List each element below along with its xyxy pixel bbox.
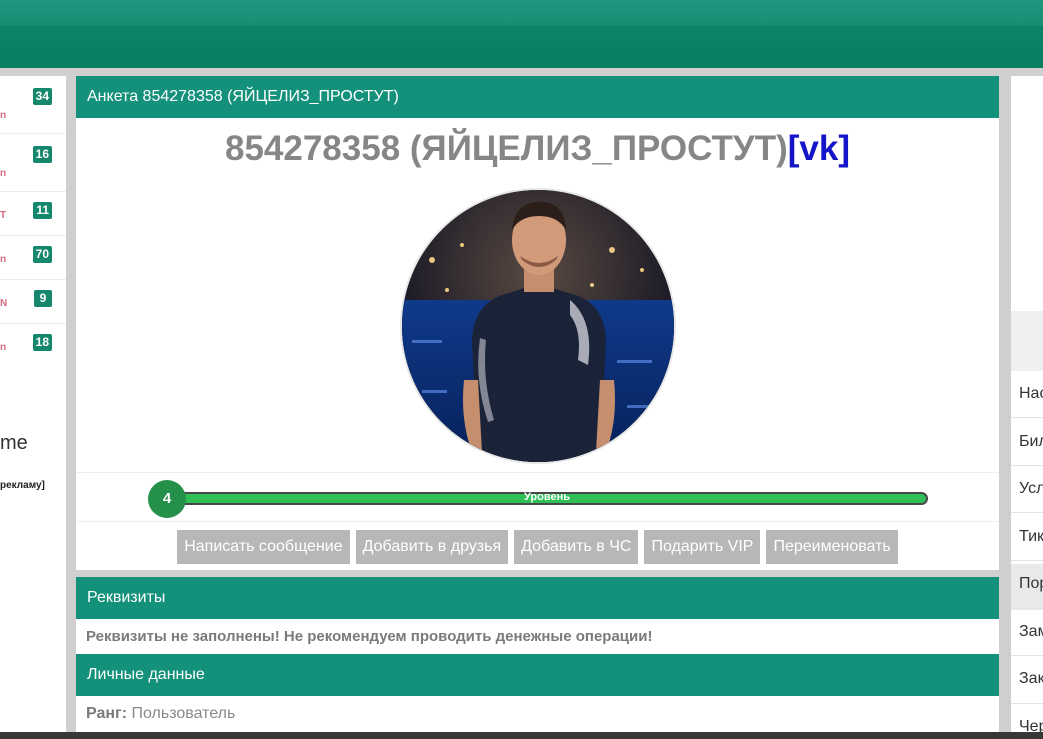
left-sidebar: n 34 n 16 T 11 n 70 N 9 n 18 me рекламу] bbox=[0, 76, 66, 732]
right-menu-item[interactable]: Усл bbox=[1019, 480, 1043, 498]
profile-name-heading: 854278358 (ЯЙЦЕЛИЗ_ПРОСТУТ)[vk] bbox=[76, 127, 999, 171]
personal-data-title: Личные данные bbox=[76, 654, 999, 696]
right-menu-item[interactable]: Нас bbox=[1019, 385, 1043, 403]
count-badge: 16 bbox=[32, 146, 52, 163]
right-menu-item[interactable]: Тик bbox=[1019, 528, 1043, 546]
left-item-label: n bbox=[0, 168, 7, 179]
rename-button[interactable]: Переименовать bbox=[766, 530, 898, 564]
right-sidebar-header bbox=[1011, 311, 1043, 371]
avatar bbox=[400, 188, 676, 464]
right-menu-item[interactable]: Зам bbox=[1019, 623, 1043, 641]
vk-link[interactable]: [vk] bbox=[788, 129, 850, 168]
count-badge: 34 bbox=[32, 88, 52, 105]
advertise-link[interactable]: рекламу] bbox=[0, 480, 45, 491]
left-heading-fragment: me bbox=[0, 432, 28, 454]
left-item-label: n bbox=[0, 110, 7, 121]
right-sidebar: Нас Бил Усл Тик Пор Зам Зак Чер bbox=[1011, 76, 1043, 732]
gift-vip-button[interactable]: Подарить VIP bbox=[644, 530, 761, 564]
divider bbox=[1011, 465, 1043, 466]
divider bbox=[1011, 512, 1043, 513]
rank-row: Ранг: Пользователь bbox=[76, 696, 999, 732]
left-list-item[interactable]: n 70 bbox=[0, 236, 66, 280]
level-label: Уровень bbox=[523, 491, 570, 503]
rank-value: Пользователь bbox=[131, 705, 236, 722]
right-menu-item[interactable]: Бил bbox=[1019, 433, 1043, 451]
left-list-item[interactable]: n 34 bbox=[0, 76, 66, 134]
profile-panel-title: Анкета 854278358 (ЯЙЦЕЛИЗ_ПРОСТУТ) bbox=[76, 76, 999, 118]
requisites-title: Реквизиты bbox=[76, 577, 999, 619]
level-badge: 4 bbox=[148, 480, 186, 518]
right-menu-item[interactable]: Чер bbox=[1019, 718, 1043, 732]
count-badge: 18 bbox=[32, 334, 52, 351]
divider bbox=[1011, 417, 1043, 418]
send-message-button[interactable]: Написать сообщение bbox=[177, 530, 350, 564]
left-item-label: T bbox=[0, 210, 7, 221]
divider bbox=[1011, 560, 1043, 561]
taskbar-strip bbox=[0, 732, 1043, 739]
level-section: Уровень 4 bbox=[76, 472, 999, 522]
add-friend-button[interactable]: Добавить в друзья bbox=[355, 530, 509, 564]
left-item-label: n bbox=[0, 254, 7, 265]
count-badge: 70 bbox=[32, 246, 52, 263]
avatar-photo-icon bbox=[402, 190, 674, 462]
left-list-item[interactable]: T 11 bbox=[0, 192, 66, 236]
profile-name: 854278358 (ЯЙЦЕЛИЗ_ПРОСТУТ) bbox=[224, 129, 788, 168]
right-menu-item[interactable]: Зак bbox=[1019, 670, 1043, 688]
requisites-notice: Реквизиты не заполнены! Не рекомендуем п… bbox=[86, 628, 653, 645]
left-list-item[interactable]: n 16 bbox=[0, 134, 66, 192]
left-list-item[interactable]: n 18 bbox=[0, 324, 66, 368]
add-blacklist-button[interactable]: Добавить в ЧС bbox=[514, 530, 639, 564]
divider bbox=[1011, 703, 1043, 704]
profile-actions: Написать сообщение Добавить в друзья Доб… bbox=[76, 530, 999, 564]
rank-label: Ранг: bbox=[86, 705, 128, 722]
left-list-item[interactable]: N 9 bbox=[0, 280, 66, 324]
right-menu-item[interactable]: Пор bbox=[1019, 575, 1043, 593]
top-header-bar bbox=[0, 0, 1043, 68]
level-progress-bar: Уровень bbox=[166, 491, 928, 505]
count-badge: 9 bbox=[34, 290, 52, 307]
divider bbox=[1011, 655, 1043, 656]
left-item-label: n bbox=[0, 342, 7, 353]
details-panel: Реквизиты Реквизиты не заполнены! Не рек… bbox=[76, 577, 999, 732]
left-item-label: N bbox=[0, 298, 8, 309]
divider bbox=[1011, 608, 1043, 609]
profile-panel: Анкета 854278358 (ЯЙЦЕЛИЗ_ПРОСТУТ) 85427… bbox=[76, 76, 999, 570]
count-badge: 11 bbox=[33, 202, 52, 219]
